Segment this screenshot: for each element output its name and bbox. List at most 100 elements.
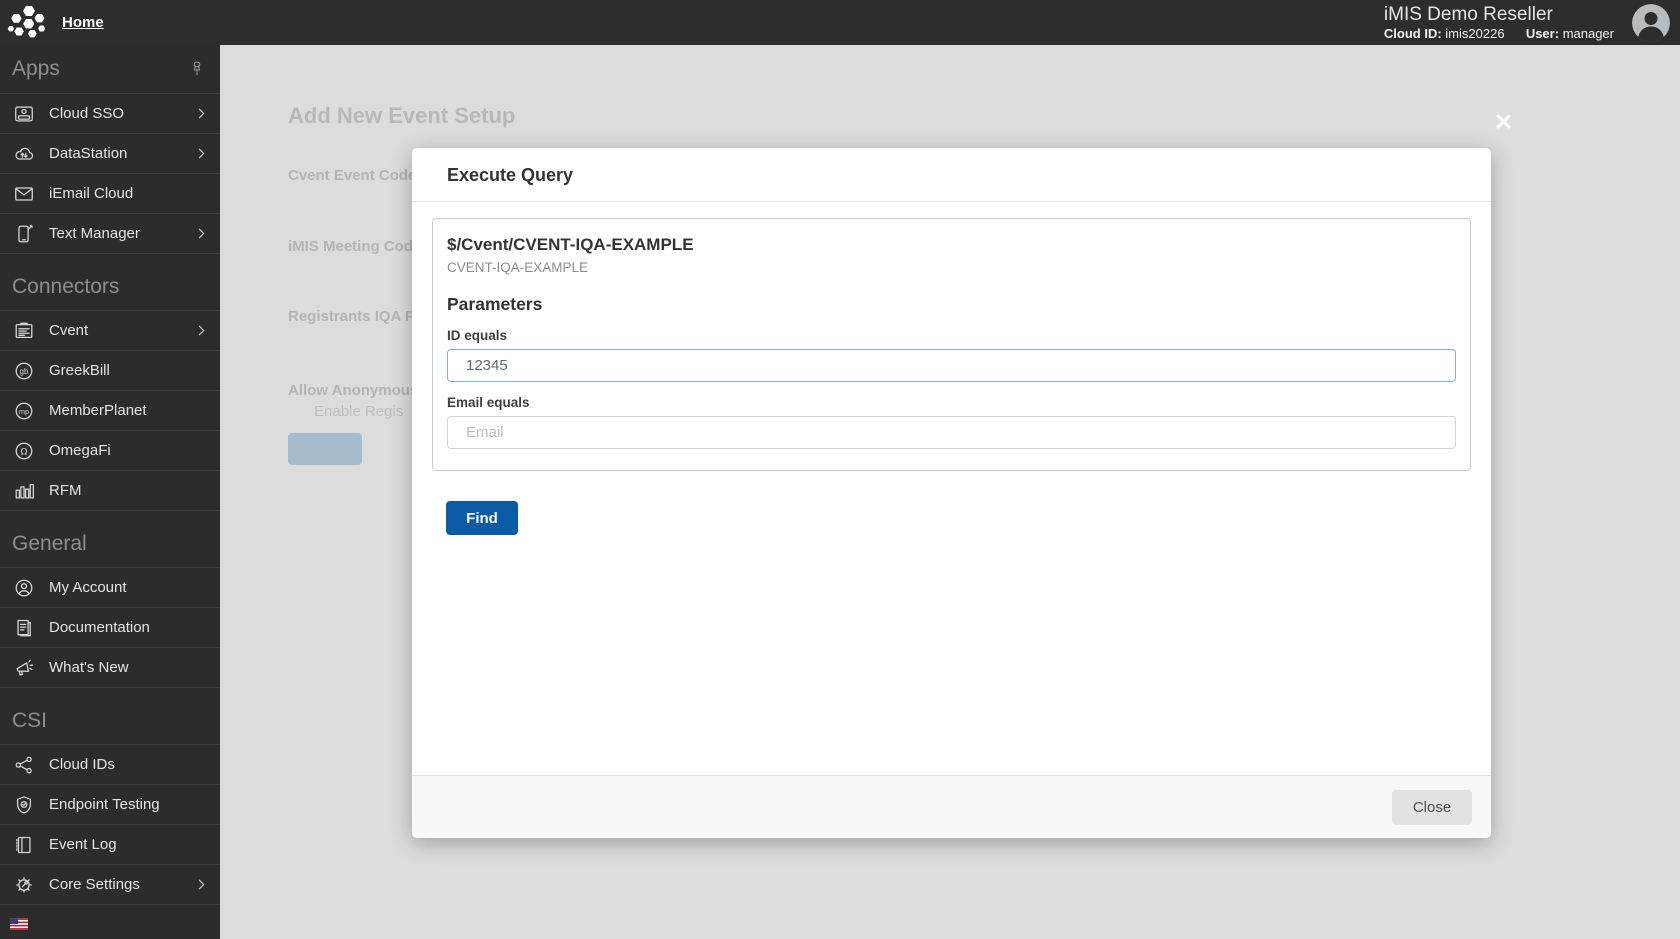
cloud-id-label: Cloud ID:: [1383, 26, 1442, 42]
sidebar-item-documentation[interactable]: Documentation: [0, 608, 220, 648]
sidebar-item-cloud-ids[interactable]: Cloud IDs: [0, 745, 220, 785]
sidebar-item-label: Cvent: [49, 322, 89, 339]
sidebar-item-label: RFM: [49, 482, 82, 499]
sidebar-item-label: OmegaFi: [49, 442, 111, 459]
query-name: CVENT-IQA-EXAMPLE: [447, 260, 589, 275]
sidebar-section-general: General: [0, 511, 220, 567]
sidebar-section-apps: Apps: [0, 45, 220, 93]
app-logo-icon: [6, 3, 48, 43]
sidebar-item-label: MemberPlanet: [49, 402, 147, 419]
chevron-right-icon: [195, 227, 208, 240]
param-label-id-equals: ID equals: [447, 328, 508, 343]
sidebar-item-what-s-new[interactable]: What's New: [0, 648, 220, 688]
us-flag-icon[interactable]: [10, 917, 28, 930]
sidebar-item-label: DataStation: [49, 145, 128, 162]
pin-icon[interactable]: [190, 60, 204, 78]
sidebar: Apps Cloud SSO DataStation iEmail Cloud Text…: [0, 45, 220, 939]
account-subline: Cloud ID: imis20226 User: manager: [1384, 26, 1614, 42]
sidebar-section-label: CSI: [12, 709, 48, 732]
background-field-label: Cvent Event Code: [288, 167, 417, 184]
sidebar-section-connectors: Connectors: [0, 254, 220, 310]
sidebar-item-label: Cloud IDs: [49, 756, 115, 773]
modal-title: Execute Query: [447, 165, 574, 185]
close-icon[interactable]: [1496, 114, 1511, 134]
sidebar-item-text-manager[interactable]: Text Manager: [0, 214, 220, 254]
sidebar-item-endpoint-testing[interactable]: Endpoint Testing: [0, 785, 220, 825]
id-card-icon: [13, 103, 35, 125]
cloud-transfer-icon: [13, 143, 35, 165]
sidebar-item-my-account[interactable]: My Account: [0, 568, 220, 608]
home-link[interactable]: Home: [62, 14, 104, 31]
user-value: manager: [1562, 26, 1614, 42]
sidebar-item-iemail-cloud[interactable]: iEmail Cloud: [0, 174, 220, 214]
sidebar-item-event-log[interactable]: Event Log: [0, 825, 220, 865]
execute-query-modal: Execute Query $/Cvent/CVENT-IQA-EXAMPLE …: [412, 148, 1491, 838]
sidebar-item-cloud-sso[interactable]: Cloud SSO: [0, 94, 220, 134]
form-document-icon: [13, 320, 35, 342]
sidebar-item-label: iEmail Cloud: [49, 185, 134, 202]
bar-chart-icon: [13, 480, 35, 502]
user-circle-icon: [13, 577, 35, 599]
background-save-button: [288, 433, 362, 465]
sidebar-item-core-settings[interactable]: Core Settings: [0, 865, 220, 905]
sidebar-item-datastation[interactable]: DataStation: [0, 134, 220, 174]
sidebar-item-cvent[interactable]: Cvent: [0, 311, 220, 351]
find-button[interactable]: Find: [446, 501, 518, 535]
background-field-label: Allow Anonymous: [288, 382, 419, 399]
sidebar-item-rfm[interactable]: RFM: [0, 471, 220, 511]
param-input-email-equals[interactable]: [447, 416, 1456, 449]
modal-footer: Close: [412, 775, 1491, 838]
user-label: User:: [1525, 26, 1560, 42]
sidebar-item-greekbill[interactable]: gb GreekBill: [0, 351, 220, 391]
background-checkbox-label: Enable Regis: [314, 403, 404, 420]
notebook-icon: [13, 834, 35, 856]
modal-header: Execute Query: [412, 148, 1491, 202]
sidebar-item-label: Core Settings: [49, 876, 140, 893]
sidebar-item-label: Event Log: [49, 836, 117, 853]
svg-text:mp: mp: [19, 406, 29, 415]
parameters-heading: Parameters: [447, 294, 543, 314]
chevron-right-icon: [195, 107, 208, 120]
param-label-email-equals: Email equals: [447, 395, 530, 410]
query-card: $/Cvent/CVENT-IQA-EXAMPLE CVENT-IQA-EXAM…: [432, 218, 1471, 471]
sidebar-item-omegafi[interactable]: Ω OmegaFi: [0, 431, 220, 471]
cloud-id-value: imis20226: [1445, 26, 1505, 42]
chevron-right-icon: [195, 324, 208, 337]
app-title: iMIS Demo Reseller: [1383, 3, 1553, 25]
gear-wrench-icon: [13, 874, 35, 896]
background-field-label: Registrants IQA Pa: [288, 308, 424, 325]
memberplanet-badge-icon: mp: [13, 400, 35, 422]
share-nodes-icon: [13, 754, 35, 776]
top-bar: Home iMIS Demo Reseller Cloud ID: imis20…: [0, 0, 1680, 45]
envelope-icon: [13, 183, 35, 205]
svg-text:Ω: Ω: [21, 446, 28, 457]
sidebar-item-label: Text Manager: [49, 225, 140, 242]
avatar[interactable]: [1632, 3, 1670, 42]
sidebar-section-label: Connectors: [12, 275, 120, 298]
sidebar-item-label: GreekBill: [49, 362, 110, 379]
megaphone-icon: [13, 657, 35, 679]
sidebar-item-memberplanet[interactable]: mp MemberPlanet: [0, 391, 220, 431]
svg-text:gb: gb: [20, 366, 29, 375]
modal-body: $/Cvent/CVENT-IQA-EXAMPLE CVENT-IQA-EXAM…: [412, 202, 1491, 775]
query-path: $/Cvent/CVENT-IQA-EXAMPLE: [447, 235, 694, 254]
phone-edit-icon: [13, 223, 35, 245]
background-page-title: Add New Event Setup: [288, 103, 516, 128]
chevron-right-icon: [195, 878, 208, 891]
omegafi-badge-icon: Ω: [13, 440, 35, 462]
documents-icon: [13, 617, 35, 639]
sidebar-item-label: Documentation: [49, 619, 150, 636]
sidebar-section-csi: CSI: [0, 688, 220, 744]
chevron-right-icon: [195, 147, 208, 160]
account-titles: iMIS Demo Reseller Cloud ID: imis20226 U…: [1384, 3, 1614, 43]
sidebar-item-label: My Account: [49, 579, 127, 596]
sidebar-section-label: Apps: [12, 57, 60, 80]
sidebar-item-label: Endpoint Testing: [49, 796, 160, 813]
sidebar-item-label: Cloud SSO: [49, 105, 125, 122]
greekbill-badge-icon: gb: [13, 360, 35, 382]
close-button[interactable]: Close: [1392, 789, 1472, 825]
shield-check-icon: [13, 794, 35, 816]
background-field-label: iMIS Meeting Code: [288, 238, 422, 255]
sidebar-section-label: General: [12, 532, 87, 555]
param-input-id-equals[interactable]: [447, 349, 1456, 382]
